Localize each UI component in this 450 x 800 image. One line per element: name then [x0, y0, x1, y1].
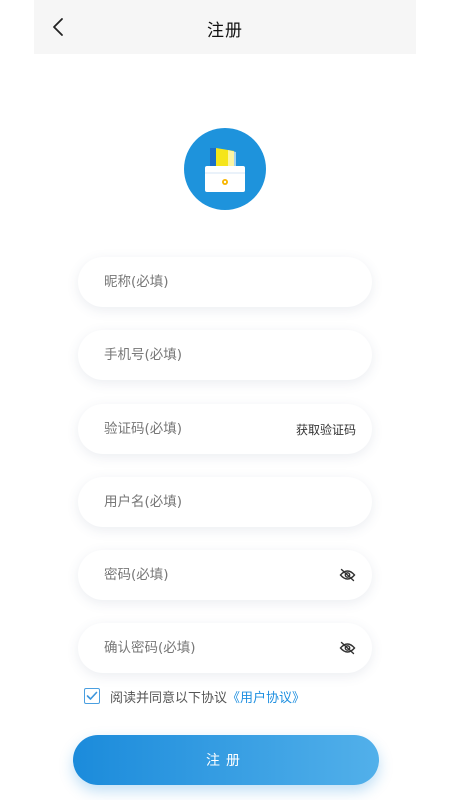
- username-field: [78, 477, 372, 527]
- password-input[interactable]: [104, 567, 338, 583]
- nickname-field: [78, 257, 372, 307]
- password-field: [78, 550, 372, 600]
- confirm-password-field: [78, 623, 372, 673]
- top-bar: 注册: [34, 0, 416, 54]
- eye-hidden-icon: [339, 568, 355, 582]
- eye-hidden-icon: [339, 641, 355, 655]
- phone-field: [78, 330, 372, 380]
- register-button[interactable]: 注册: [73, 735, 379, 785]
- username-input[interactable]: [104, 494, 356, 510]
- app-logo: [184, 128, 266, 210]
- user-agreement-link[interactable]: 《用户协议》: [227, 687, 305, 706]
- app-logo-icon: [205, 148, 245, 192]
- code-field: 获取验证码: [78, 404, 372, 454]
- nickname-input[interactable]: [104, 274, 356, 290]
- agreement-text: 阅读并同意以下协议: [110, 690, 228, 706]
- password-visibility-toggle[interactable]: [338, 566, 356, 584]
- agreement-checkbox[interactable]: [84, 688, 100, 704]
- phone-input[interactable]: [104, 347, 356, 363]
- check-icon: [86, 691, 98, 700]
- agreement-row: 阅读并同意以下协议 《用户协议》: [84, 687, 305, 706]
- verification-code-input[interactable]: [104, 421, 296, 437]
- confirm-password-input[interactable]: [104, 640, 338, 656]
- confirm-password-visibility-toggle[interactable]: [338, 639, 356, 657]
- get-code-button[interactable]: 获取验证码: [296, 421, 356, 438]
- page-title: 注册: [207, 21, 243, 41]
- register-screen: 注册 获取验证码: [0, 0, 450, 800]
